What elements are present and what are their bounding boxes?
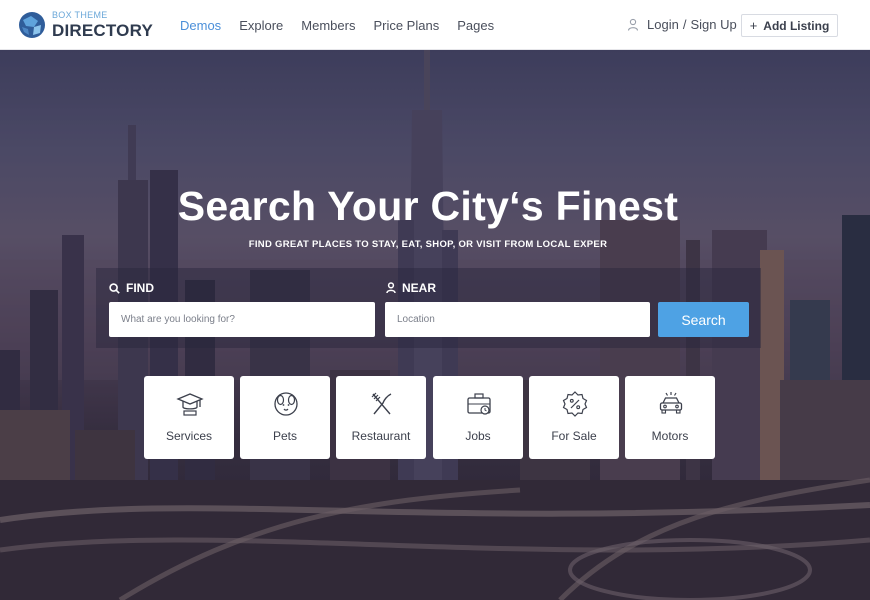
category-pets[interactable]: Pets: [240, 376, 330, 459]
category-restaurant[interactable]: Restaurant: [336, 376, 426, 459]
hero-title: Search Your City‘s Finest: [177, 183, 679, 229]
signup-link[interactable]: Sign Up: [690, 17, 736, 32]
globe-logo-icon: [19, 12, 45, 38]
find-label: FIND: [109, 281, 154, 295]
category-label: Pets: [272, 429, 297, 443]
nav-price-plans[interactable]: Price Plans: [373, 18, 439, 33]
hero-section: Search Your City‘s Finest FIND GREAT PLA…: [0, 50, 870, 600]
category-cards: Services Pets Restaurant Jobs For Sale M…: [144, 376, 724, 459]
main-nav: Demos Explore Members Price Plans Pages: [180, 0, 512, 50]
category-motors[interactable]: Motors: [625, 376, 715, 459]
category-label: For Sale: [551, 429, 597, 443]
hero-subtitle: FIND GREAT PLACES TO STAY, EAT, SHOP, OR…: [248, 239, 608, 250]
category-services[interactable]: Services: [144, 376, 234, 459]
fork-knife-icon: [371, 392, 392, 415]
login-separator: /: [682, 17, 687, 32]
category-label: Restaurant: [351, 429, 411, 443]
near-placeholder: Location: [397, 314, 435, 325]
briefcase-icon: [467, 393, 491, 415]
user-location-icon: [386, 282, 396, 294]
login-signup: Login / Sign Up: [627, 17, 737, 32]
search-button[interactable]: Search: [658, 302, 749, 337]
brand-bottom: DIRECTORY: [52, 21, 153, 40]
near-label: NEAR: [386, 281, 436, 295]
percent-badge-icon: [562, 391, 588, 417]
brand-top: BOX THEME: [52, 10, 108, 20]
nav-pages[interactable]: Pages: [457, 18, 494, 33]
car-icon: [659, 392, 683, 414]
plus-icon: +: [749, 18, 758, 33]
nav-members[interactable]: Members: [301, 18, 355, 33]
brand-wordmark: BOX THEME DIRECTORY: [52, 10, 153, 40]
near-label-text: NEAR: [402, 281, 437, 295]
search-icon: [109, 282, 120, 294]
user-icon: [627, 18, 639, 31]
near-input[interactable]: Location: [385, 302, 650, 337]
add-listing-label: Add Listing: [763, 18, 830, 33]
search-panel: FIND What are you looking for? NEAR Loca…: [96, 268, 761, 348]
find-input[interactable]: What are you looking for?: [109, 302, 375, 337]
nav-demos[interactable]: Demos: [180, 18, 221, 33]
category-label: Jobs: [465, 429, 491, 443]
category-for-sale[interactable]: For Sale: [529, 376, 619, 459]
graduation-cap-icon: [176, 393, 204, 416]
login-link[interactable]: Login: [647, 17, 679, 32]
add-listing-button[interactable]: + Add Listing: [741, 14, 838, 37]
nav-explore[interactable]: Explore: [239, 18, 283, 33]
pet-icon: [274, 392, 298, 416]
category-label: Services: [165, 429, 212, 443]
category-label: Motors: [651, 429, 689, 443]
brand-logo[interactable]: BOX THEME DIRECTORY: [18, 11, 153, 39]
top-header: BOX THEME DIRECTORY Demos Explore Member…: [0, 0, 870, 50]
category-jobs[interactable]: Jobs: [433, 376, 523, 459]
find-label-text: FIND: [126, 281, 154, 295]
find-placeholder: What are you looking for?: [121, 314, 235, 325]
